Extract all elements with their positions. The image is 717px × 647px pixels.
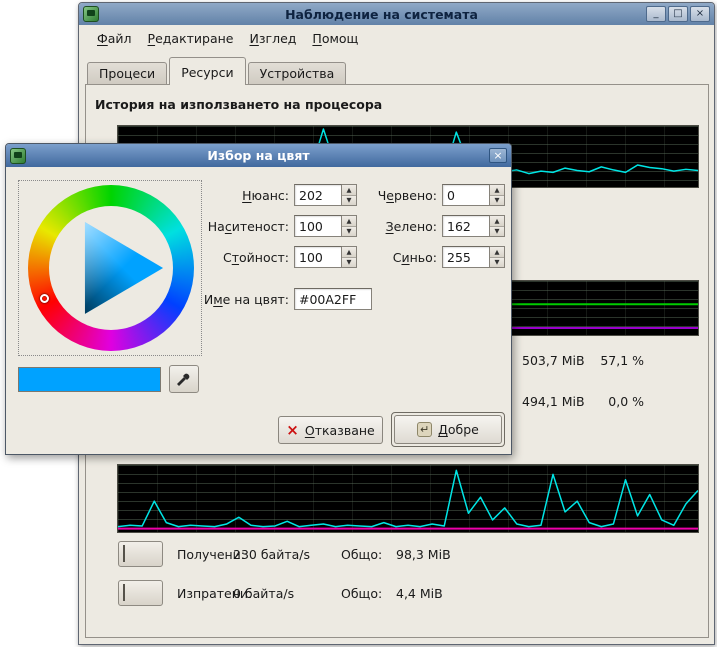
swap-amount: 494,1 MiB (522, 394, 585, 409)
cancel-x-icon: × (286, 423, 299, 438)
memory-amount: 503,7 MiB (522, 353, 585, 368)
dialog-titlebar[interactable]: Избор на цвят × (6, 144, 511, 167)
value-label: Стойност: (199, 250, 289, 265)
swap-usage-row: 494,1 MiB 0,0 % (522, 394, 644, 409)
green-up-icon[interactable]: ▲ (490, 216, 504, 226)
blue-spinner: ▲▼ (442, 246, 505, 268)
ok-label: Добре (438, 422, 479, 437)
main-titlebar[interactable]: Наблюдение на системата _ □ × (79, 3, 714, 25)
sent-color-button[interactable] (118, 580, 163, 606)
received-total-label: Общо: (341, 547, 382, 562)
hue-input[interactable] (294, 184, 342, 206)
red-label: Червено: (347, 188, 437, 203)
blue-up-icon[interactable]: ▲ (490, 247, 504, 257)
sent-rate: 0 байта/s (233, 586, 294, 601)
notebook-tabs: Процеси Ресурси Устройства (87, 57, 348, 85)
dialog-close-button[interactable]: × (489, 148, 507, 163)
color-name-label: Име на цвят: (199, 292, 289, 307)
red-input[interactable] (442, 184, 490, 206)
system-monitor-icon (83, 6, 99, 22)
network-history-chart (117, 464, 699, 533)
sent-total: 4,4 MiB (396, 586, 443, 601)
eyedropper-icon (176, 371, 192, 387)
saturation-input[interactable] (294, 215, 342, 237)
green-down-icon[interactable]: ▼ (490, 226, 504, 237)
menubar: Файл Редактиране Изглед Помощ (89, 28, 366, 49)
received-legend-row: Получени: 230 байта/s Общо: 98,3 MiB (118, 541, 700, 567)
received-color-button[interactable] (118, 541, 163, 567)
minimize-button[interactable]: _ (646, 6, 666, 22)
hue-ring[interactable] (28, 185, 194, 351)
color-picker-dialog: Избор на цвят × Нюанс: ▲▼ Наситеност: (5, 143, 512, 455)
dialog-title: Избор на цвят (36, 148, 481, 163)
dialog-icon (10, 148, 26, 164)
saturation-label: Наситеност: (199, 219, 289, 234)
tab-resources[interactable]: Ресурси (169, 57, 245, 85)
red-up-icon[interactable]: ▲ (490, 185, 504, 195)
cancel-label: Отказване (305, 423, 375, 438)
menu-edit[interactable]: Редактиране (140, 28, 242, 49)
color-wheel-frame (18, 180, 202, 356)
green-input[interactable] (442, 215, 490, 237)
maximize-button[interactable]: □ (668, 6, 688, 22)
blue-label: Синьо: (347, 250, 437, 265)
ok-default-ring: ↵ Добре (391, 412, 505, 447)
color-preview-frame (18, 367, 161, 392)
cpu-history-heading: История на използването на процесора (95, 97, 382, 112)
desktop: Наблюдение на системата _ □ × Файл Редак… (0, 0, 717, 647)
menu-help[interactable]: Помощ (304, 28, 366, 49)
hue-label: Нюанс: (199, 188, 289, 203)
close-button[interactable]: × (690, 6, 710, 22)
green-label: Зелено: (347, 219, 437, 234)
received-total: 98,3 MiB (396, 547, 451, 562)
color-name-input[interactable] (294, 288, 372, 310)
swap-percent: 0,0 % (608, 394, 644, 409)
eyedropper-button[interactable] (169, 365, 199, 393)
received-line (118, 470, 698, 526)
red-spinner: ▲▼ (442, 184, 505, 206)
sent-legend-row: Изпратени: 0 байта/s Общо: 4,4 MiB (118, 580, 700, 606)
ok-enter-icon: ↵ (417, 422, 432, 437)
cancel-button[interactable]: × Отказване (278, 416, 383, 444)
tab-devices[interactable]: Устройства (248, 62, 347, 85)
menu-view[interactable]: Изглед (242, 28, 305, 49)
menu-file[interactable]: Файл (89, 28, 140, 49)
blue-down-icon[interactable]: ▼ (490, 257, 504, 268)
red-down-icon[interactable]: ▼ (490, 195, 504, 206)
sent-color-swatch (123, 584, 125, 601)
window-title: Наблюдение на системата (119, 7, 644, 22)
memory-usage-row: 503,7 MiB 57,1 % (522, 353, 644, 368)
ok-button[interactable]: ↵ Добре (394, 415, 502, 444)
received-rate: 230 байта/s (233, 547, 310, 562)
value-input[interactable] (294, 246, 342, 268)
memory-percent: 57,1 % (600, 353, 644, 368)
received-color-swatch (123, 545, 125, 562)
sent-total-label: Общо: (341, 586, 382, 601)
tab-processes[interactable]: Процеси (87, 62, 167, 85)
hue-selector[interactable] (40, 294, 49, 303)
green-spinner: ▲▼ (442, 215, 505, 237)
blue-input[interactable] (442, 246, 490, 268)
color-preview-swatch (19, 368, 160, 391)
window-controls: _ □ × (646, 6, 710, 22)
